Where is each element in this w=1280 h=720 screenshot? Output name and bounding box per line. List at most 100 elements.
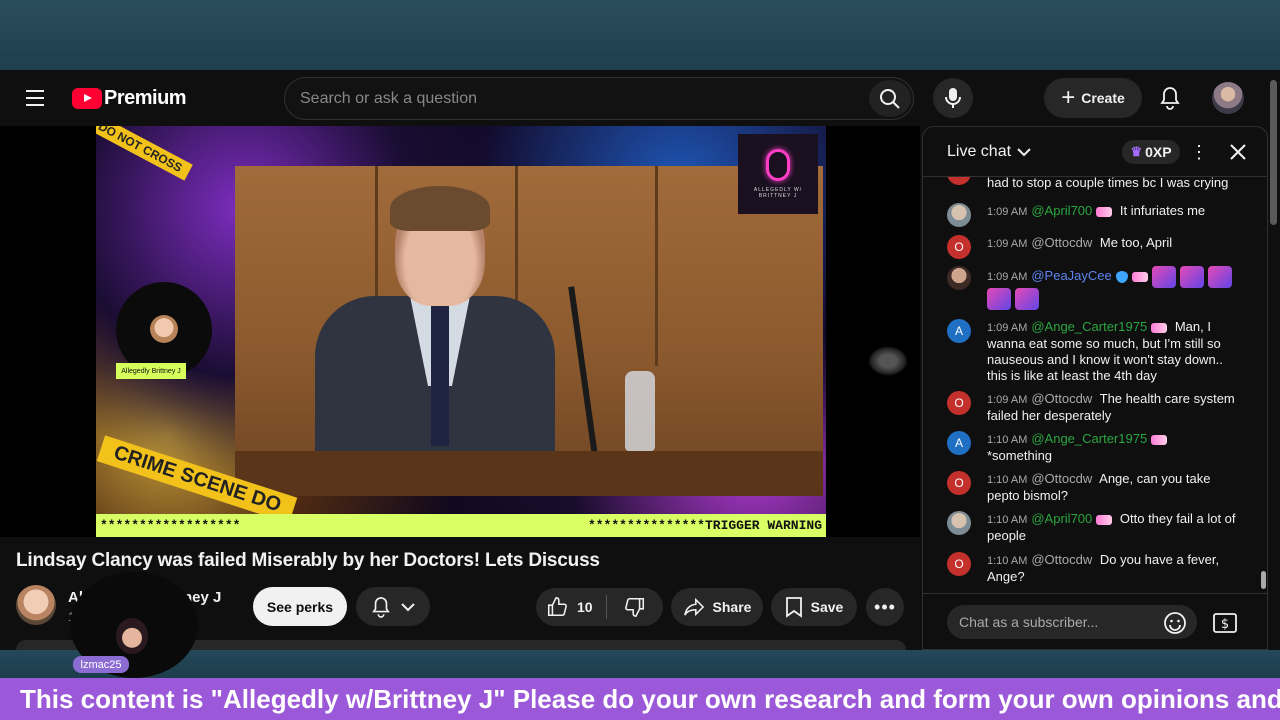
video-title: Lindsay Clancy was failed Miserably by h…	[16, 550, 600, 571]
trigger-warning-bar: ****************** ***************TRIGGE…	[96, 514, 826, 537]
dislike-button[interactable]	[607, 588, 663, 626]
logo-text: Premium	[104, 86, 187, 109]
youtube-play-icon	[72, 87, 102, 109]
chat-avatar: O	[947, 471, 971, 495]
bookmark-icon	[785, 597, 802, 618]
microphone-icon	[945, 88, 961, 108]
chat-author[interactable]: @Ange_Carter1975	[1031, 431, 1147, 446]
like-count: 10	[577, 599, 593, 615]
chat-author[interactable]: @Ottocdw	[1031, 391, 1092, 406]
member-badge-icon	[1151, 322, 1168, 333]
share-icon	[683, 597, 704, 617]
chat-message-list[interactable]: had to stop a couple times bc I was cryi…	[923, 177, 1267, 593]
chat-avatar	[947, 177, 971, 185]
voice-search-button[interactable]	[933, 78, 973, 118]
channel-avatar[interactable]	[16, 585, 56, 625]
chat-message: O 1:09 AM @Ottocdw Me too, April	[947, 235, 1237, 259]
chat-message: 1:10 AM @April700 Otto they fail a lot of…	[947, 511, 1237, 544]
chat-author[interactable]: @Ottocdw	[1031, 471, 1092, 486]
chat-avatar: O	[947, 235, 971, 259]
video-player[interactable]: ALLEGEDLY W/ BRITTNEY J Allegedly Brittn…	[0, 126, 920, 537]
chat-author[interactable]: @PeaJayCee	[1031, 268, 1111, 283]
account-avatar[interactable]	[1212, 82, 1244, 114]
save-button[interactable]: Save	[771, 588, 857, 626]
youtube-logo[interactable]: Premium	[72, 86, 187, 109]
share-button[interactable]: Share	[671, 588, 763, 626]
close-icon	[1230, 144, 1246, 160]
chat-avatar: O	[947, 552, 971, 576]
chat-scrollbar[interactable]	[1261, 185, 1266, 591]
super-chat-button[interactable]: $	[1211, 609, 1239, 637]
chat-message: 1:09 AM @PeaJayCee	[947, 266, 1237, 310]
chat-author[interactable]: @April700	[1031, 203, 1092, 218]
chevron-down-icon	[401, 602, 415, 611]
chat-message: O 1:10 AM @Ottocdw Ange, can you take pep…	[947, 471, 1237, 504]
podcast-mic-icon	[766, 149, 790, 181]
chat-author[interactable]: @April700	[1031, 511, 1092, 526]
eyes-logo-icon	[868, 346, 908, 376]
menu-icon[interactable]	[22, 86, 50, 110]
stream-background-top	[0, 0, 1280, 70]
emote-icon	[1207, 266, 1232, 288]
chat-avatar	[947, 203, 971, 227]
chat-avatar	[947, 266, 971, 290]
create-button[interactable]: + Create	[1044, 78, 1142, 118]
chevron-down-icon	[1017, 148, 1031, 157]
like-dislike-group: 10	[536, 588, 663, 626]
thumbs-down-icon	[625, 597, 645, 617]
chat-author[interactable]: @Ange_Carter1975	[1031, 319, 1147, 334]
thumbs-up-icon	[547, 597, 567, 617]
stream-ticker: This content is "Allegedly w/Brittney J"…	[0, 678, 1280, 720]
more-horizontal-icon: •••	[874, 596, 896, 617]
live-chat-panel: Live chat ♛ 0XP ⋮ had to stop a couple t…	[922, 126, 1268, 650]
chat-message: O 1:09 AM @Ottocdw The health care system…	[947, 391, 1237, 424]
bell-icon	[372, 596, 390, 618]
member-badge-icon	[1151, 434, 1168, 445]
guest-name-tag: lzmac25	[73, 656, 129, 673]
chat-input-row: $	[923, 593, 1267, 651]
search-box	[284, 77, 914, 120]
chat-author[interactable]: @Ottocdw	[1031, 552, 1092, 567]
chat-message: O 1:10 AM @Ottocdw Do you have a fever, A…	[947, 552, 1237, 585]
emote-icon	[1151, 266, 1176, 288]
search-button[interactable]	[869, 80, 911, 117]
member-badge-icon	[1096, 206, 1113, 217]
subscription-bell-button[interactable]	[356, 587, 430, 626]
crown-icon: ♛	[1130, 144, 1143, 159]
notifications-button[interactable]	[1150, 78, 1190, 118]
emoji-button[interactable]	[1163, 611, 1187, 635]
page-scrollbar[interactable]	[1268, 70, 1280, 650]
emote-icon	[987, 288, 1011, 310]
member-badge-icon	[1131, 272, 1148, 282]
chat-header: Live chat ♛ 0XP ⋮	[923, 127, 1267, 177]
chat-input[interactable]	[947, 605, 1197, 639]
more-vertical-icon: ⋮	[1190, 141, 1208, 162]
plus-icon: +	[1061, 84, 1076, 111]
host-name-tag: Allegedly Brittney J	[116, 363, 186, 379]
more-actions-button[interactable]: •••	[866, 588, 904, 626]
chat-author[interactable]: @Ottocdw	[1031, 235, 1092, 250]
dollar-icon: $	[1213, 613, 1237, 633]
chat-mode-dropdown[interactable]: Live chat	[947, 143, 1031, 161]
chat-message: A 1:10 AM @Ange_Carter1975 *something	[947, 431, 1237, 464]
xp-badge[interactable]: ♛ 0XP	[1122, 140, 1180, 164]
stream-background-bottom	[0, 650, 1280, 678]
close-chat-button[interactable]	[1225, 139, 1251, 165]
chat-avatar: A	[947, 319, 971, 343]
water-bottle	[625, 371, 655, 451]
chat-message: 1:09 AM @April700 It infuriates me	[947, 203, 1237, 227]
chat-avatar: O	[947, 391, 971, 415]
chat-options-button[interactable]: ⋮	[1189, 139, 1209, 165]
see-perks-button[interactable]: See perks	[253, 587, 347, 626]
search-input[interactable]	[300, 78, 860, 119]
like-button[interactable]: 10	[536, 588, 606, 626]
courtroom-scene	[235, 166, 823, 496]
video-frame: ALLEGEDLY W/ BRITTNEY J Allegedly Brittn…	[96, 126, 826, 537]
smiley-icon	[1164, 612, 1186, 634]
emote-icon	[1015, 288, 1039, 310]
ticker-text: This content is "Allegedly w/Brittney J"…	[20, 684, 1280, 714]
member-badge-icon	[1096, 514, 1113, 525]
search-icon	[880, 88, 900, 109]
emote-icon	[1179, 266, 1204, 288]
svg-text:$: $	[1221, 617, 1229, 632]
